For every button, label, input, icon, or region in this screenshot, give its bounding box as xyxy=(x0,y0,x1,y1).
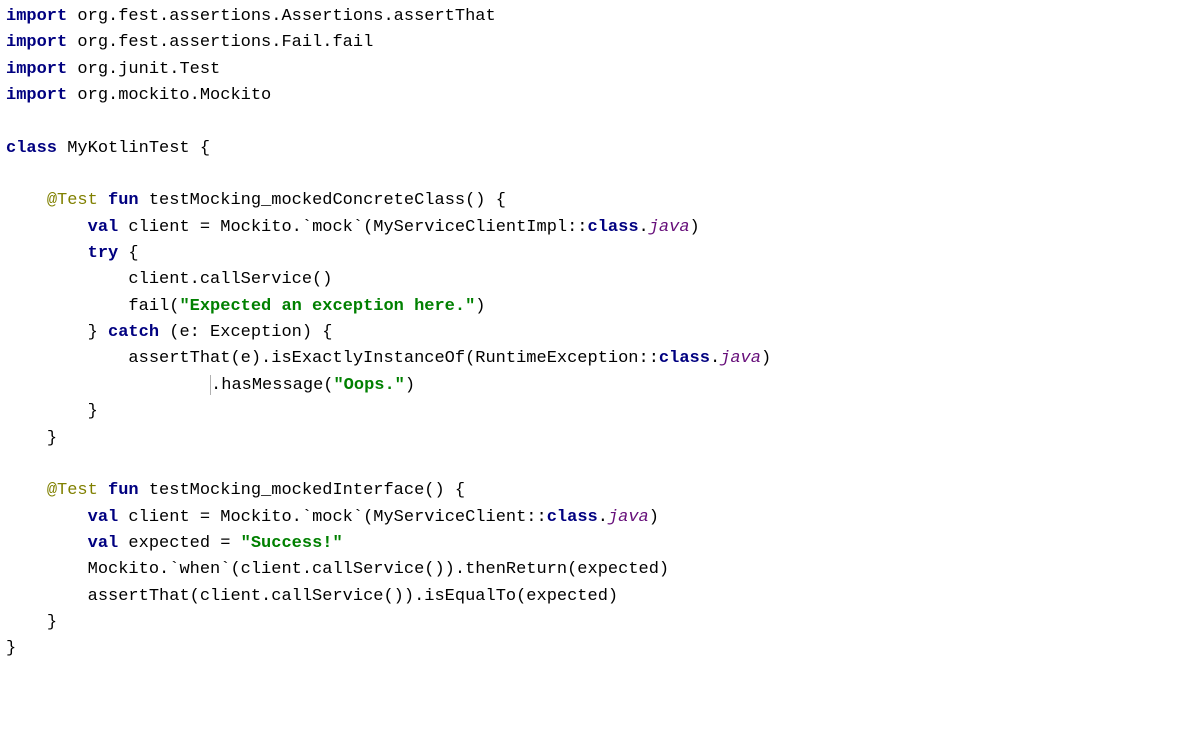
indent xyxy=(6,270,128,289)
code-text: { xyxy=(118,244,138,263)
line: import org.junit.Test xyxy=(6,60,220,79)
keyword-catch: catch xyxy=(108,323,159,342)
line: Mockito.`when`(client.callService()).the… xyxy=(6,560,669,579)
line: @Test fun testMocking_mockedConcreteClas… xyxy=(6,191,506,210)
indent xyxy=(6,191,47,210)
line: import org.fest.assertions.Fail.fail xyxy=(6,33,373,52)
package-path: org.fest.assertions.Fail.fail xyxy=(67,33,373,52)
code-text: .hasMessage( xyxy=(211,376,333,395)
code-text: client = Mockito.`mock`(MyServiceClientI… xyxy=(118,218,587,237)
code-text: assertThat(client.callService()).isEqual… xyxy=(88,587,619,606)
code-text: } xyxy=(47,429,57,448)
indent xyxy=(6,218,88,237)
code-text: } xyxy=(88,323,108,342)
indent xyxy=(6,613,47,632)
class-decl: MyKotlinTest { xyxy=(57,139,210,158)
code-text: fail( xyxy=(128,297,179,316)
line: } catch (e: Exception) { xyxy=(6,323,332,342)
line: client.callService() xyxy=(6,270,332,289)
annotation-test: @Test xyxy=(47,481,98,500)
string-literal: "Oops." xyxy=(333,376,404,395)
indent xyxy=(6,349,128,368)
punct: . xyxy=(639,218,649,237)
keyword-try: try xyxy=(88,244,119,263)
code-text: } xyxy=(6,639,16,658)
string-literal: "Success!" xyxy=(241,534,343,553)
line: } xyxy=(6,639,16,658)
line: .hasMessage("Oops.") xyxy=(6,376,415,395)
keyword-fun: fun xyxy=(98,191,139,210)
keyword-import: import xyxy=(6,7,67,26)
line: import org.mockito.Mockito xyxy=(6,86,271,105)
punct: . xyxy=(710,349,720,368)
indent xyxy=(6,429,47,448)
indent xyxy=(6,402,88,421)
indent xyxy=(6,560,88,579)
punct: . xyxy=(598,508,608,527)
code-text: client = Mockito.`mock`(MyServiceClient:… xyxy=(118,508,546,527)
indent xyxy=(6,481,47,500)
func-decl: testMocking_mockedConcreteClass() { xyxy=(139,191,506,210)
package-path: org.junit. xyxy=(67,60,179,79)
keyword-class: class xyxy=(547,508,598,527)
code-text: ) xyxy=(475,297,485,316)
keyword-fun: fun xyxy=(98,481,139,500)
line: try { xyxy=(6,244,139,263)
code-text: expected = xyxy=(118,534,240,553)
punct: ) xyxy=(649,508,659,527)
package-path: org.fest.assertions.Assertions.assertTha… xyxy=(67,7,495,26)
code-block: import org.fest.assertions.Assertions.as… xyxy=(6,4,1186,663)
indent xyxy=(6,297,128,316)
keyword-val: val xyxy=(88,534,119,553)
code-text: (e: Exception) { xyxy=(159,323,332,342)
keyword-import: import xyxy=(6,60,67,79)
annotation-test: @Test xyxy=(47,191,98,210)
keyword-val: val xyxy=(88,508,119,527)
line: fail("Expected an exception here.") xyxy=(6,297,486,316)
indent xyxy=(6,323,88,342)
string-literal: "Expected an exception here." xyxy=(179,297,475,316)
code-text: assertThat(e).isExactlyInstanceOf(Runtim… xyxy=(128,349,659,368)
keyword-import: import xyxy=(6,33,67,52)
line: assertThat(e).isExactlyInstanceOf(Runtim… xyxy=(6,349,771,368)
line: } xyxy=(6,613,57,632)
indent xyxy=(6,376,210,395)
ext-java: java xyxy=(608,508,649,527)
code-text: } xyxy=(47,613,57,632)
keyword-import: import xyxy=(6,86,67,105)
class-ref: Test xyxy=(179,60,220,79)
line: val client = Mockito.`mock`(MyServiceCli… xyxy=(6,508,659,527)
indent xyxy=(6,534,88,553)
line: } xyxy=(6,402,98,421)
indent xyxy=(6,244,88,263)
punct: ) xyxy=(690,218,700,237)
package-path: org.mockito.Mockito xyxy=(67,86,271,105)
indent xyxy=(6,587,88,606)
line: val expected = "Success!" xyxy=(6,534,343,553)
code-text: Mockito.`when`(client.callService()).the… xyxy=(88,560,670,579)
ext-java: java xyxy=(720,349,761,368)
line: val client = Mockito.`mock`(MyServiceCli… xyxy=(6,218,700,237)
keyword-class: class xyxy=(6,139,57,158)
punct: ) xyxy=(761,349,771,368)
code-text: client.callService() xyxy=(128,270,332,289)
line: import org.fest.assertions.Assertions.as… xyxy=(6,7,496,26)
line: assertThat(client.callService()).isEqual… xyxy=(6,587,618,606)
keyword-class: class xyxy=(659,349,710,368)
keyword-val: val xyxy=(88,218,119,237)
code-text: } xyxy=(88,402,98,421)
line: } xyxy=(6,429,57,448)
func-decl: testMocking_mockedInterface() { xyxy=(139,481,465,500)
ext-java: java xyxy=(649,218,690,237)
line: @Test fun testMocking_mockedInterface() … xyxy=(6,481,465,500)
code-text: ) xyxy=(405,376,415,395)
keyword-class: class xyxy=(588,218,639,237)
indent xyxy=(6,508,88,527)
line: class MyKotlinTest { xyxy=(6,139,210,158)
